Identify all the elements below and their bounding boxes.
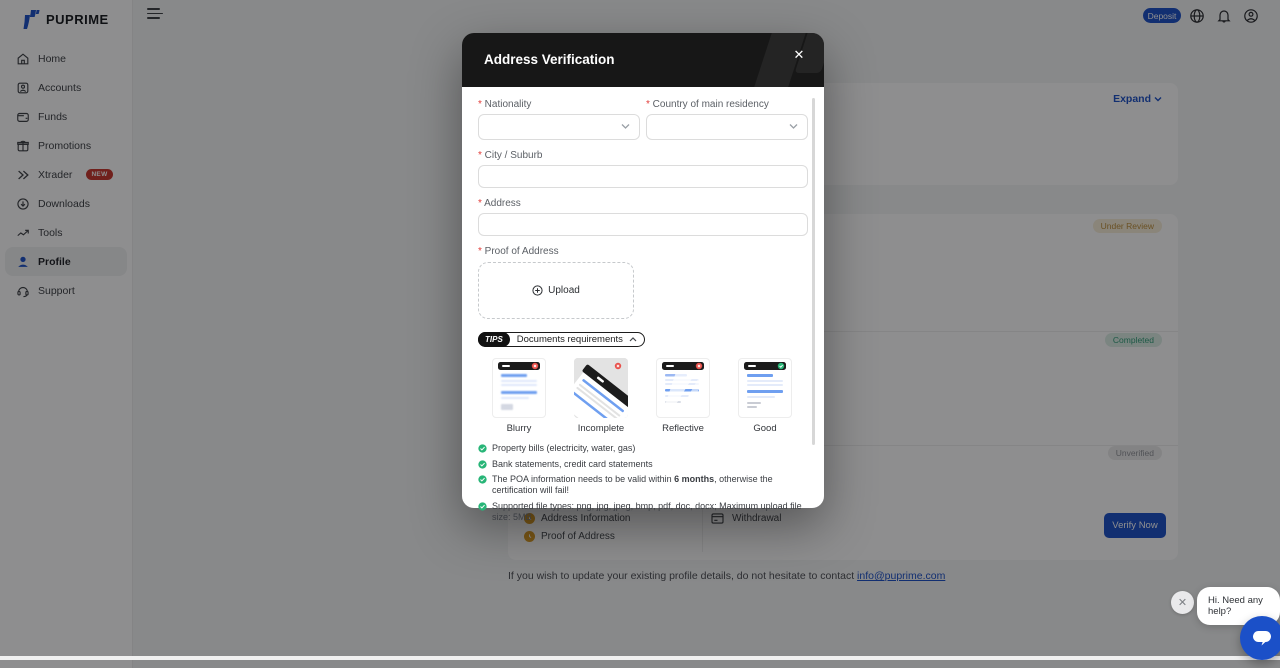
tip-bullet: Property bills (electricity, water, gas) xyxy=(478,443,808,454)
doc-example-blurry-illustration xyxy=(492,358,546,418)
country-label: Country of main residency xyxy=(646,99,808,110)
chevron-down-icon xyxy=(621,123,630,130)
tip-bullet: Supported file types: png, jpg, jpeg, bm… xyxy=(478,501,808,523)
check-icon xyxy=(478,475,487,484)
address-input[interactable] xyxy=(478,213,808,236)
city-input[interactable] xyxy=(478,165,808,188)
upload-dropzone[interactable]: Upload xyxy=(478,262,634,319)
check-icon xyxy=(478,444,487,453)
tip-bullet: The POA information needs to be valid wi… xyxy=(478,474,808,496)
chat-close-icon[interactable]: ✕ xyxy=(1171,591,1194,614)
doc-example-label: Incomplete xyxy=(578,423,624,434)
nationality-select[interactable] xyxy=(478,114,640,140)
tips-badge: TIPS xyxy=(478,332,510,347)
city-label: City / Suburb xyxy=(478,150,808,161)
doc-example-reflective-illustration xyxy=(656,358,710,418)
doc-example-incomplete: Incomplete xyxy=(574,358,628,434)
modal-title: Address Verification xyxy=(484,52,615,67)
poa-label: Proof of Address xyxy=(478,246,808,257)
modal-header: Address Verification ✕ xyxy=(462,33,824,87)
horizontal-scrollbar[interactable] xyxy=(0,656,1280,660)
modal-scrollbar[interactable] xyxy=(812,98,815,445)
tips-bullets: Property bills (electricity, water, gas)… xyxy=(478,443,808,523)
doc-example-label: Blurry xyxy=(507,423,532,434)
chevron-down-icon xyxy=(789,123,798,130)
check-icon xyxy=(478,502,487,511)
doc-example-good: Good xyxy=(738,358,792,434)
close-icon[interactable]: ✕ xyxy=(790,46,808,64)
doc-example-label: Reflective xyxy=(662,423,704,434)
country-select[interactable] xyxy=(646,114,808,140)
doc-example-label: Good xyxy=(753,423,776,434)
doc-example-blurry: Blurry xyxy=(492,358,546,434)
chevron-up-icon xyxy=(629,337,637,342)
doc-example-reflective: Reflective xyxy=(656,358,710,434)
modal-body: Nationality Country of main residency Ci… xyxy=(462,87,824,508)
upload-plus-icon xyxy=(532,285,543,296)
chat-launcher-button[interactable] xyxy=(1240,616,1280,660)
doc-example-incomplete-illustration xyxy=(574,358,628,418)
tip-bullet: Bank statements, credit card statements xyxy=(478,459,808,470)
tips-toggle[interactable]: TIPS Documents requirements xyxy=(478,332,645,347)
check-icon xyxy=(478,460,487,469)
document-examples: Blurry xyxy=(478,347,808,434)
doc-example-good-illustration xyxy=(738,358,792,418)
nationality-label: Nationality xyxy=(478,99,640,110)
address-verification-modal: Address Verification ✕ Nationality Count… xyxy=(462,33,824,508)
chat-bubble-icon xyxy=(1252,629,1272,647)
address-label: Address xyxy=(478,198,808,209)
